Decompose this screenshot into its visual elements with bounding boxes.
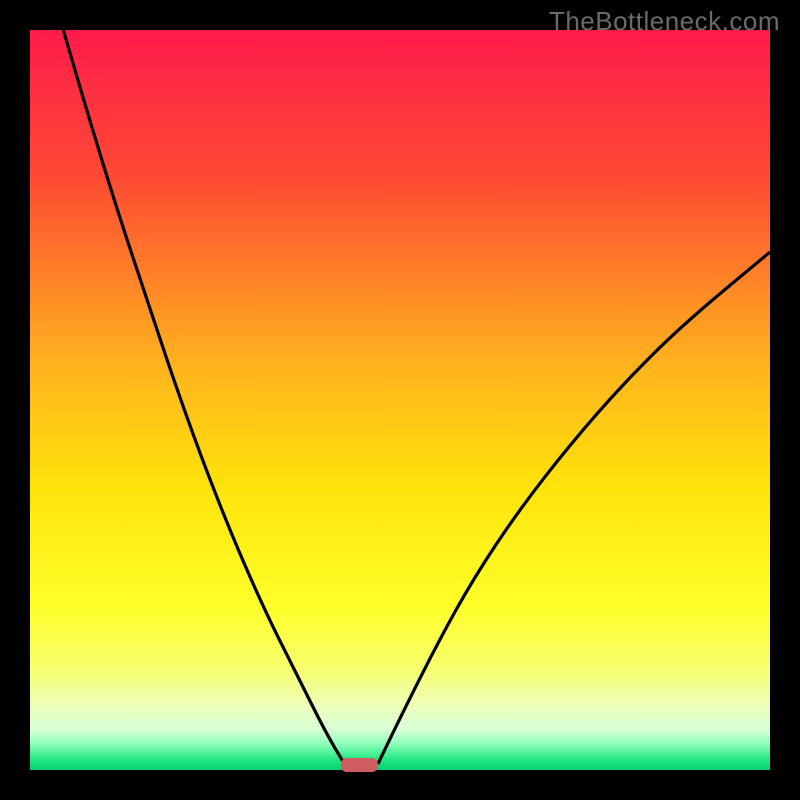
minimum-marker bbox=[341, 758, 378, 772]
bottleneck-chart bbox=[0, 0, 800, 800]
plot-background bbox=[30, 30, 770, 770]
watermark-text: TheBottleneck.com bbox=[549, 6, 780, 37]
chart-frame: TheBottleneck.com bbox=[0, 0, 800, 800]
